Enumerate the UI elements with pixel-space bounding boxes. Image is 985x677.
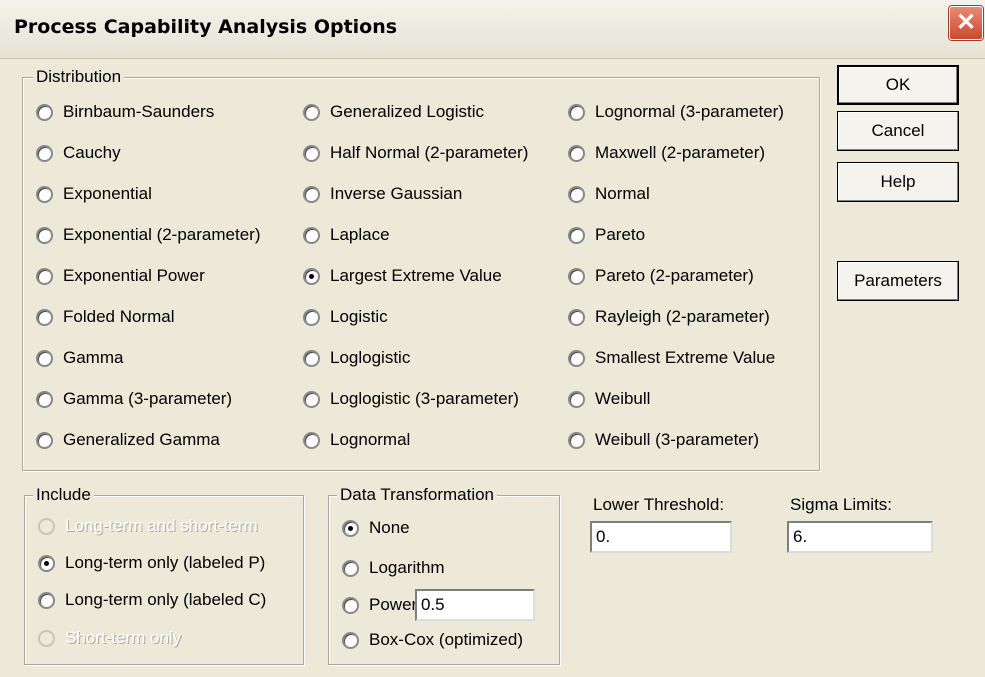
radio-indicator (303, 391, 320, 408)
distribution-label: Maxwell (2-parameter) (595, 143, 766, 162)
ok-button[interactable]: OK (837, 65, 959, 105)
distribution-label: Half Normal (2-parameter) (330, 143, 529, 162)
radio-indicator (38, 518, 55, 535)
transformation-logarithm-label: Logarithm (369, 558, 445, 577)
cancel-button[interactable]: Cancel (837, 111, 959, 151)
radio-indicator (303, 309, 320, 326)
radio-indicator (568, 227, 585, 244)
radio-indicator (568, 309, 585, 326)
transformation-group: Data Transformation None Logarithm Power… (328, 485, 560, 665)
distribution-label: Smallest Extreme Value (595, 348, 776, 367)
distribution-label: Generalized Gamma (63, 430, 220, 449)
radio-indicator (36, 432, 53, 449)
radio-indicator (36, 186, 53, 203)
radio-indicator (38, 555, 55, 572)
distribution-label: Birnbaum-Saunders (63, 102, 215, 121)
include-legend: Include (33, 485, 94, 505)
distribution-label: Gamma (3-parameter) (63, 389, 233, 408)
distribution-label: Lognormal (330, 430, 411, 449)
include-label: Long-term only (labeled P) (65, 553, 266, 572)
distribution-label: Loglogistic (3-parameter) (330, 389, 519, 408)
radio-indicator (303, 350, 320, 367)
sigma-limits-input[interactable]: 6. (787, 521, 933, 553)
window-title: Process Capability Analysis Options (14, 16, 398, 38)
distribution-label: Inverse Gaussian (330, 184, 463, 203)
transformation-boxcox-label: Box-Cox (optimized) (369, 630, 523, 649)
distribution-label: Lognormal (3-parameter) (595, 102, 784, 121)
distribution-label: Gamma (63, 348, 124, 367)
radio-indicator (342, 632, 359, 649)
radio-indicator (36, 227, 53, 244)
radio-indicator (568, 145, 585, 162)
distribution-label: Exponential Power (63, 266, 205, 285)
help-button[interactable]: Help (837, 162, 959, 202)
distribution-label: Weibull (595, 389, 651, 408)
radio-indicator (36, 268, 53, 285)
radio-indicator (568, 104, 585, 121)
radio-indicator (303, 268, 320, 285)
close-button[interactable]: ✕ (949, 6, 983, 40)
include-label: Short-term only (65, 628, 182, 647)
distribution-label: Logistic (330, 307, 388, 326)
distribution-label: Cauchy (63, 143, 121, 162)
transformation-power-label: Power: (369, 595, 422, 614)
parameters-button[interactable]: Parameters (837, 261, 959, 301)
radio-indicator (36, 104, 53, 121)
include-label: Long-term and short-term (65, 516, 258, 535)
distribution-label: Rayleigh (2-parameter) (595, 307, 770, 326)
radio-indicator (342, 597, 359, 614)
radio-indicator (303, 104, 320, 121)
distribution-label: Generalized Logistic (330, 102, 485, 121)
radio-indicator (342, 520, 359, 537)
radio-indicator (36, 391, 53, 408)
radio-indicator (303, 186, 320, 203)
radio-indicator (568, 350, 585, 367)
distribution-label: Weibull (3-parameter) (595, 430, 760, 449)
distribution-label: Pareto (2-parameter) (595, 266, 754, 285)
radio-indicator (568, 432, 585, 449)
radio-indicator (36, 145, 53, 162)
radio-indicator (303, 145, 320, 162)
include-group: Include Long-term and short-term Long-ter… (24, 485, 304, 665)
distribution-label: Exponential (2-parameter) (63, 225, 261, 244)
radio-indicator (568, 268, 585, 285)
distribution-label: Exponential (63, 184, 152, 203)
transformation-legend: Data Transformation (337, 485, 498, 505)
close-icon: ✕ (955, 9, 977, 36)
title-bar: Process Capability Analysis Options ✕ (0, 0, 985, 59)
distribution-legend: Distribution (33, 67, 125, 87)
distribution-label: Loglogistic (330, 348, 411, 367)
dialog-body: Distribution Birnbaum-Saunders Cauchy Expo… (5, 58, 980, 672)
distribution-group: Distribution Birnbaum-Saunders Cauchy Expo… (22, 67, 820, 471)
distribution-label: Pareto (595, 225, 646, 244)
radio-indicator (36, 309, 53, 326)
radio-indicator (38, 592, 55, 609)
radio-indicator (38, 630, 55, 647)
radio-indicator (568, 186, 585, 203)
include-label: Long-term only (labeled C) (65, 590, 267, 609)
radio-indicator (36, 350, 53, 367)
transformation-none-label: None (369, 518, 410, 537)
radio-indicator (568, 391, 585, 408)
distribution-label: Folded Normal (63, 307, 175, 326)
distribution-label: Largest Extreme Value (330, 266, 502, 285)
radio-indicator (303, 227, 320, 244)
distribution-label: Normal (595, 184, 650, 203)
lower-threshold-input[interactable]: 0. (590, 521, 732, 553)
power-value-input[interactable]: 0.5 (415, 589, 535, 621)
radio-indicator (303, 432, 320, 449)
sigma-limits-label: Sigma Limits: (790, 495, 893, 514)
lower-threshold-label: Lower Threshold: (593, 495, 725, 514)
radio-indicator (342, 560, 359, 577)
distribution-label: Laplace (330, 225, 390, 244)
